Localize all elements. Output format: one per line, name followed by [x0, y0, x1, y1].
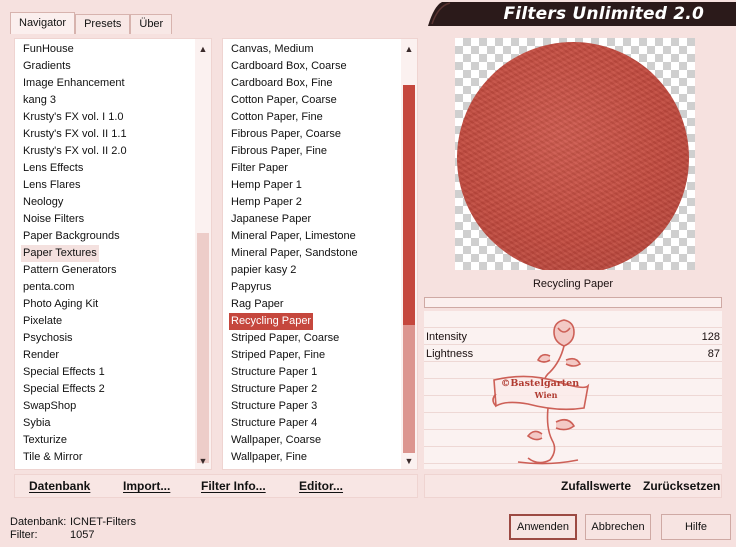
- category-item[interactable]: Paper Textures: [21, 245, 99, 262]
- filter-item[interactable]: Cardboard Box, Coarse: [229, 58, 349, 75]
- import-button[interactable]: Import...: [123, 479, 170, 493]
- category-item[interactable]: Special Effects 1: [21, 364, 107, 381]
- filter-item[interactable]: Rag Paper: [229, 296, 286, 313]
- random-values-button[interactable]: Zufallswerte: [561, 479, 631, 493]
- database-button[interactable]: Datenbank: [29, 479, 90, 493]
- reset-button[interactable]: Zurücksetzen: [643, 479, 720, 493]
- status-database-label: Datenbank:: [10, 516, 67, 528]
- filter-item[interactable]: Cotton Paper, Coarse: [229, 92, 339, 109]
- filter-item[interactable]: Canvas, Medium: [229, 41, 316, 58]
- param-label: Lightness: [426, 348, 474, 360]
- category-scroll-thumb[interactable]: [197, 233, 209, 463]
- filter-scrollbar[interactable]: ▲ ▼: [401, 39, 417, 469]
- filter-item[interactable]: Filter Paper: [229, 160, 290, 177]
- preview-area: [424, 38, 722, 270]
- category-item[interactable]: Sybia: [21, 415, 53, 432]
- category-item[interactable]: Lens Effects: [21, 160, 85, 177]
- preview-image: [457, 42, 689, 270]
- filter-item[interactable]: Japanese Paper: [229, 211, 313, 228]
- category-item[interactable]: SwapShop: [21, 398, 78, 415]
- filter-item[interactable]: Fibrous Paper, Fine: [229, 143, 329, 160]
- filter-item[interactable]: Wallpaper, Coarse: [229, 432, 323, 449]
- help-button[interactable]: Hilfe: [661, 514, 731, 540]
- progress-bar: [424, 297, 722, 308]
- category-item[interactable]: Paper Backgrounds: [21, 228, 122, 245]
- param-value[interactable]: 87: [708, 346, 720, 363]
- filter-item[interactable]: Fibrous Paper, Coarse: [229, 126, 343, 143]
- filter-list[interactable]: Canvas, Medium Cardboard Box, Coarse Cardb…: [222, 38, 418, 470]
- category-item[interactable]: Texturize: [21, 432, 69, 449]
- category-scrollbar[interactable]: ▲ ▼: [195, 39, 211, 469]
- category-item[interactable]: Special Effects 2: [21, 381, 107, 398]
- tab-bar: Navigator Presets Über: [10, 12, 173, 34]
- category-item[interactable]: Gradients: [21, 58, 73, 75]
- filter-item[interactable]: Recycling Paper: [229, 313, 314, 330]
- category-item[interactable]: Render: [21, 347, 61, 364]
- status-database-value: ICNET-Filters: [70, 516, 136, 528]
- category-item[interactable]: Psychosis: [21, 330, 75, 347]
- tab-navigator[interactable]: Navigator: [10, 12, 76, 34]
- apply-button[interactable]: Anwenden: [509, 514, 577, 540]
- category-item[interactable]: Krusty's FX vol. II 1.1: [21, 126, 129, 143]
- scroll-up-icon[interactable]: ▲: [401, 41, 417, 57]
- category-item[interactable]: penta.com: [21, 279, 76, 296]
- category-item[interactable]: Pattern Generators: [21, 262, 119, 279]
- filter-item[interactable]: papier kasy 2: [229, 262, 298, 279]
- filter-item[interactable]: Structure Paper 2: [229, 381, 319, 398]
- filter-item[interactable]: Papyrus: [229, 279, 273, 296]
- category-item[interactable]: Photo Aging Kit: [21, 296, 100, 313]
- category-item[interactable]: Image Enhancement: [21, 75, 127, 92]
- category-item[interactable]: Tile & Mirror: [21, 449, 84, 466]
- category-item[interactable]: FunHouse: [21, 41, 76, 58]
- category-item[interactable]: Pixelate: [21, 313, 64, 330]
- filter-item[interactable]: Wallpaper, Fine: [229, 449, 309, 466]
- status-filter: Filter: 1057: [10, 529, 94, 541]
- status-filter-value: 1057: [70, 529, 95, 541]
- category-item[interactable]: kang 3: [21, 92, 58, 109]
- filter-item[interactable]: Structure Paper 4: [229, 415, 319, 432]
- filter-scroll-track[interactable]: [403, 325, 415, 453]
- scroll-down-icon[interactable]: ▼: [195, 453, 211, 469]
- filter-item[interactable]: Hemp Paper 1: [229, 177, 304, 194]
- watermark-text-1: ©Bastelgarten: [501, 378, 579, 389]
- editor-button[interactable]: Editor...: [299, 479, 343, 493]
- status-database: Datenbank: ICNET-Filters: [10, 516, 136, 528]
- filter-item[interactable]: Cardboard Box, Fine: [229, 75, 335, 92]
- category-item[interactable]: Krusty's FX vol. I 1.0: [21, 109, 126, 126]
- filter-info-button[interactable]: Filter Info...: [201, 479, 266, 493]
- filter-item[interactable]: Striped Paper, Coarse: [229, 330, 341, 347]
- scroll-down-icon[interactable]: ▼: [401, 453, 417, 469]
- category-item[interactable]: Lens Flares: [21, 177, 82, 194]
- tab-uber[interactable]: Über: [130, 14, 173, 34]
- filter-item[interactable]: Striped Paper, Fine: [229, 347, 327, 364]
- selected-filter-label: Recycling Paper: [424, 273, 722, 295]
- bottom-toolbar-left: Datenbank Import... Filter Info... Edito…: [14, 474, 418, 498]
- filter-scroll-thumb-upper[interactable]: [403, 85, 415, 325]
- category-list[interactable]: FunHouse Gradients Image Enhancement kang 3…: [14, 38, 212, 470]
- param-label: Intensity: [426, 331, 467, 343]
- filter-item[interactable]: Mineral Paper, Limestone: [229, 228, 358, 245]
- category-item[interactable]: Noise Filters: [21, 211, 86, 228]
- category-item[interactable]: Neology: [21, 194, 65, 211]
- title-banner: Filters Unlimited 2.0: [428, 0, 736, 26]
- category-item[interactable]: Krusty's FX vol. II 2.0: [21, 143, 129, 160]
- filter-item[interactable]: Mineral Paper, Sandstone: [229, 245, 360, 262]
- bottom-toolbar-right: Zufallswerte Zurücksetzen: [424, 474, 722, 498]
- filter-item[interactable]: Structure Paper 1: [229, 364, 319, 381]
- status-filter-label: Filter:: [10, 529, 38, 541]
- app-title: Filters Unlimited 2.0: [503, 4, 704, 24]
- filter-item[interactable]: Hemp Paper 2: [229, 194, 304, 211]
- watermark-logo: ©Bastelgarten Wien: [492, 319, 590, 465]
- param-value[interactable]: 128: [702, 329, 720, 346]
- scroll-up-icon[interactable]: ▲: [195, 41, 211, 57]
- cancel-button[interactable]: Abbrechen: [585, 514, 651, 540]
- filter-item[interactable]: Cotton Paper, Fine: [229, 109, 325, 126]
- filter-item[interactable]: Structure Paper 3: [229, 398, 319, 415]
- watermark-text-2: Wien: [534, 390, 558, 400]
- tab-presets[interactable]: Presets: [75, 14, 131, 34]
